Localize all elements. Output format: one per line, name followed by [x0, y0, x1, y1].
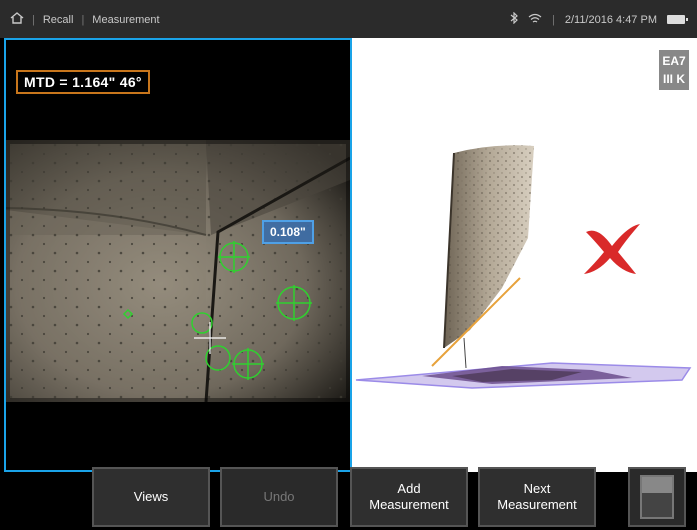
breadcrumb-separator: | — [81, 13, 85, 26]
add-label-line2: Measurement — [369, 497, 449, 512]
mtd-measurement-label: MTD = 1.164" 46° — [16, 70, 150, 94]
datetime: 2/11/2016 4:47 PM — [564, 13, 657, 26]
battery-icon — [667, 15, 688, 24]
breadcrumb-separator: | — [32, 13, 35, 26]
add-label-line1: Add — [397, 481, 421, 496]
bluetooth-icon — [510, 11, 518, 27]
depth-value-label[interactable]: 0.108" — [262, 220, 314, 244]
breadcrumb: | Recall | Measurement — [10, 12, 160, 27]
layout-menu-button[interactable] — [628, 467, 686, 527]
undo-button-label: Undo — [263, 489, 295, 504]
status-bar: | Recall | Measurement | 2/11/2016 4:47 … — [0, 0, 697, 38]
undo-button[interactable]: Undo — [220, 467, 338, 527]
breadcrumb-measurement: Measurement — [92, 13, 160, 26]
inspection-image[interactable] — [6, 140, 350, 402]
add-measurement-button[interactable]: Add Measurement — [350, 467, 468, 527]
next-label-line1: Next — [523, 481, 551, 496]
breadcrumb-recall[interactable]: Recall — [43, 14, 74, 26]
home-icon[interactable] — [10, 12, 24, 27]
views-button[interactable]: Views — [92, 467, 210, 527]
3d-view-pane[interactable]: EA7 III K — [352, 38, 697, 472]
add-measurement-label: Add Measurement — [369, 481, 448, 513]
status-icons: | 2/11/2016 4:47 PM — [510, 11, 688, 27]
next-measurement-button[interactable]: Next Measurement — [478, 467, 596, 527]
bottom-toolbar: Views Undo Add Measurement Next Measurem… — [0, 462, 697, 530]
camera-view-pane[interactable]: MTD = 1.164" 46° 0.108" — [4, 38, 352, 472]
wifi-icon — [528, 13, 542, 27]
x-mark-icon — [578, 218, 648, 283]
layout-icon — [640, 475, 674, 519]
status-separator: | — [551, 13, 555, 26]
next-measurement-label: Next Measurement — [497, 481, 576, 513]
views-button-label: Views — [133, 489, 169, 504]
next-label-line2: Measurement — [497, 497, 577, 512]
